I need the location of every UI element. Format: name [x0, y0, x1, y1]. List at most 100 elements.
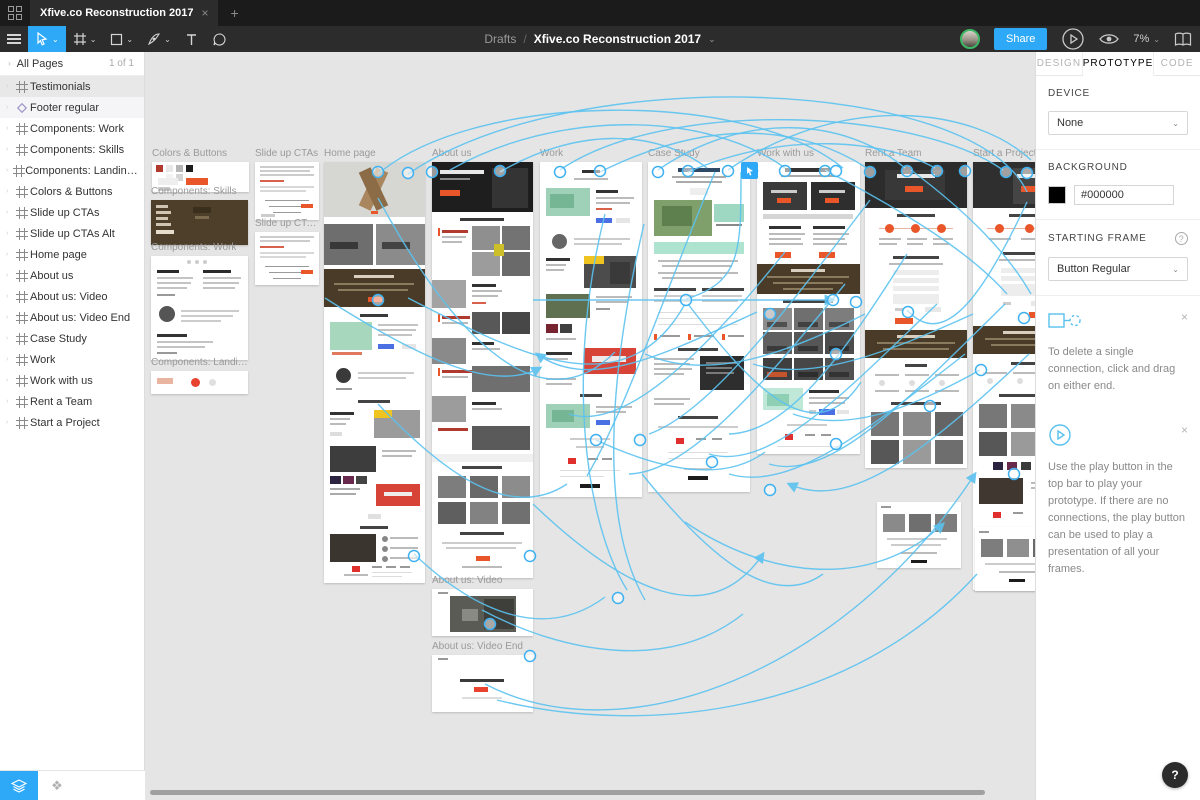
canvas-frame[interactable]: [432, 589, 533, 636]
layer-item[interactable]: ›Footer regular: [0, 97, 144, 118]
breadcrumb-project[interactable]: Drafts: [484, 32, 516, 46]
close-tab-icon[interactable]: ×: [201, 6, 208, 20]
canvas-frame-label[interactable]: About us: Video: [432, 575, 502, 586]
chevron-down-icon[interactable]: ⌄: [90, 35, 97, 44]
chevron-down-icon[interactable]: ⌄: [164, 35, 171, 44]
chevron-right-icon[interactable]: ›: [6, 314, 14, 321]
chevron-right-icon[interactable]: ›: [6, 335, 14, 342]
app-menu-grid-icon[interactable]: [0, 0, 30, 26]
shape-tool-button[interactable]: ⌄: [103, 26, 140, 52]
canvas-frame[interactable]: [432, 655, 533, 712]
chevron-right-icon[interactable]: ›: [6, 125, 14, 132]
background-hex-input[interactable]: [1074, 185, 1174, 205]
canvas-frame-label[interactable]: Components: Landing pa...: [151, 357, 248, 368]
canvas-frame[interactable]: [540, 162, 642, 497]
chevron-right-icon[interactable]: ›: [6, 146, 14, 153]
layer-item[interactable]: ›Colors & Buttons: [0, 181, 144, 202]
canvas-frame[interactable]: [865, 162, 967, 468]
chevron-right-icon[interactable]: ›: [6, 356, 14, 363]
layer-item[interactable]: ›Slide up CTAs: [0, 202, 144, 223]
connection-node[interactable]: [765, 485, 776, 496]
layer-item[interactable]: ›About us: Video: [0, 286, 144, 307]
components-panel-button[interactable]: ❖: [38, 771, 76, 800]
starting-frame-select[interactable]: Button Regular ⌄: [1048, 257, 1188, 281]
canvas-frame-label[interactable]: Slide up CTAs Alt: [255, 218, 319, 229]
layer-item[interactable]: ›Rent a Team: [0, 391, 144, 412]
chevron-right-icon[interactable]: ›: [6, 377, 14, 384]
canvas-frame-label[interactable]: Colors & Buttons: [152, 148, 227, 159]
layer-item[interactable]: ›Work with us: [0, 370, 144, 391]
preview-eye-icon[interactable]: [1099, 32, 1119, 46]
library-book-icon[interactable]: [1174, 32, 1192, 47]
chevron-right-icon[interactable]: ›: [6, 104, 14, 111]
canvas-frame[interactable]: [757, 162, 860, 454]
layers-panel-button[interactable]: [0, 771, 38, 800]
canvas-frame[interactable]: [151, 200, 248, 245]
selected-connection-handle[interactable]: [741, 162, 758, 179]
frame-tool-button[interactable]: ⌄: [66, 26, 104, 52]
help-button[interactable]: ?: [1162, 762, 1188, 788]
layer-item[interactable]: ›Case Study: [0, 328, 144, 349]
connection-node[interactable]: [613, 593, 624, 604]
comment-tool-button[interactable]: [205, 26, 234, 52]
canvas-frame-label[interactable]: Rent a Team: [865, 148, 922, 159]
canvas-frame-label[interactable]: Components: Work: [151, 242, 236, 253]
canvas-frame-label[interactable]: Components: Skills: [151, 186, 237, 197]
document-tab[interactable]: Xfive.co Reconstruction 2017 ×: [30, 0, 218, 26]
chevron-right-icon[interactable]: ›: [6, 83, 14, 90]
chevron-right-icon[interactable]: ›: [6, 188, 14, 195]
chevron-right-icon[interactable]: ›: [6, 293, 14, 300]
pages-header[interactable]: › All Pages 1 of 1: [0, 52, 144, 76]
layer-item[interactable]: ›Home page: [0, 244, 144, 265]
background-color-swatch[interactable]: [1048, 186, 1066, 204]
breadcrumb-document-title[interactable]: Xfive.co Reconstruction 2017: [534, 32, 701, 46]
canvas-frame[interactable]: [151, 256, 248, 360]
move-tool-button[interactable]: ⌄: [28, 26, 66, 52]
canvas-frame[interactable]: [255, 232, 319, 285]
chevron-right-icon[interactable]: ›: [6, 272, 14, 279]
layer-item[interactable]: ›Components: Work: [0, 118, 144, 139]
new-tab-icon[interactable]: +: [218, 0, 250, 26]
layer-item[interactable]: ›About us: [0, 265, 144, 286]
layer-item[interactable]: ›Work: [0, 349, 144, 370]
tab-design[interactable]: DESIGN: [1036, 52, 1083, 75]
chevron-right-icon[interactable]: ›: [6, 251, 14, 258]
chevron-right-icon[interactable]: ›: [6, 230, 14, 237]
canvas-frame-label[interactable]: Home page: [324, 148, 376, 159]
zoom-level-control[interactable]: 7% ⌄: [1133, 33, 1160, 45]
chevron-down-icon[interactable]: ⌄: [126, 35, 133, 44]
chevron-down-icon[interactable]: ⌄: [708, 34, 716, 45]
canvas-frame[interactable]: [151, 371, 248, 394]
canvas[interactable]: Colors & Buttons Components: Skills Compon…: [145, 52, 1035, 800]
canvas-frame[interactable]: [975, 527, 1035, 591]
share-button[interactable]: Share: [994, 28, 1047, 50]
layer-item[interactable]: ›Testimonials: [0, 76, 144, 97]
chevron-right-icon[interactable]: ›: [6, 209, 14, 216]
chevron-right-icon[interactable]: ›: [6, 419, 14, 426]
canvas-frame[interactable]: [324, 162, 425, 583]
pen-tool-button[interactable]: ⌄: [140, 26, 178, 52]
layer-item[interactable]: ›Components: Skills: [0, 139, 144, 160]
main-menu-button[interactable]: [0, 26, 28, 52]
layer-item[interactable]: ›Components: Landing pages: [0, 160, 144, 181]
canvas-frame[interactable]: [877, 502, 961, 568]
canvas-frame-label[interactable]: Work with us: [757, 148, 814, 159]
present-play-button[interactable]: [1061, 27, 1085, 51]
canvas-frame[interactable]: [973, 162, 1035, 590]
layer-item[interactable]: ›Slide up CTAs Alt: [0, 223, 144, 244]
canvas-frame-label[interactable]: Slide up CTAs: [255, 148, 318, 159]
horizontal-scrollbar[interactable]: [150, 790, 985, 795]
chevron-down-icon[interactable]: ⌄: [52, 35, 59, 44]
canvas-frame[interactable]: [255, 162, 319, 220]
canvas-frame-label[interactable]: Case Study: [648, 148, 700, 159]
close-icon[interactable]: ×: [1181, 310, 1188, 324]
canvas-frame[interactable]: [648, 162, 750, 492]
tab-prototype[interactable]: PROTOTYPE: [1083, 52, 1155, 76]
canvas-frame-label[interactable]: Start a Project: [973, 148, 1035, 159]
close-icon[interactable]: ×: [1181, 423, 1188, 437]
canvas-frame-label[interactable]: Work: [540, 148, 563, 159]
tab-code[interactable]: CODE: [1154, 52, 1200, 75]
layer-item[interactable]: ›About us: Video End: [0, 307, 144, 328]
chevron-right-icon[interactable]: ›: [8, 59, 11, 68]
avatar[interactable]: [960, 29, 980, 49]
